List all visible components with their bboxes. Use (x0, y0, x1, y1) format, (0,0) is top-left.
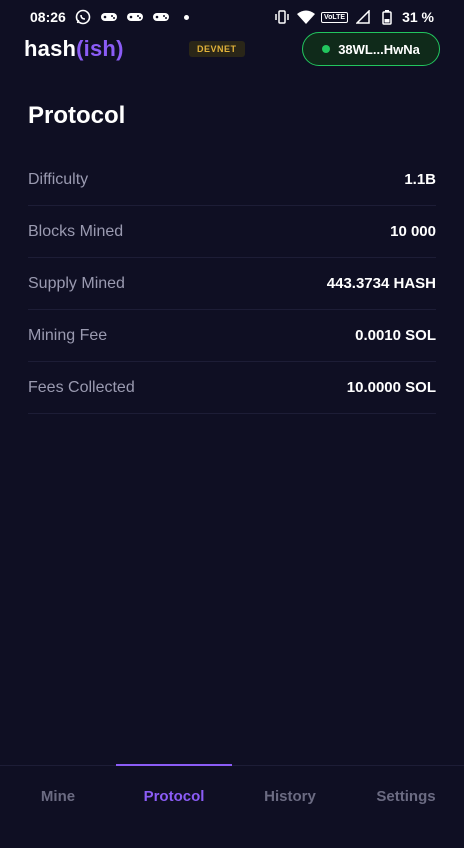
stat-value: 1.1B (404, 171, 436, 188)
stat-label: Supply Mined (28, 274, 125, 292)
whatsapp-icon (74, 9, 92, 25)
stat-row-mining-fee: Mining Fee 0.0010 SOL (28, 310, 436, 362)
logo-accent-text: (ish) (76, 36, 124, 61)
network-badge: DEVNET (189, 41, 245, 57)
stat-row-difficulty: Difficulty 1.1B (28, 154, 436, 206)
stat-value: 443.3734 HASH (326, 275, 436, 292)
notification-dot-icon (183, 14, 189, 20)
app-logo[interactable]: hash(ish) (24, 36, 124, 62)
connected-status-icon (322, 45, 331, 53)
stat-label: Mining Fee (28, 326, 108, 344)
battery-icon (378, 9, 396, 25)
stat-label: Blocks Mined (28, 222, 124, 240)
stat-value: 10.0000 SOL (346, 379, 436, 396)
stat-label: Difficulty (28, 170, 89, 188)
wifi-icon (296, 9, 315, 25)
app-header: hash(ish) DEVNET 38WL...HwNa (0, 32, 464, 66)
stat-label: Fees Collected (28, 378, 135, 396)
tab-settings[interactable]: Settings (348, 766, 464, 826)
stat-row-fees-collected: Fees Collected 10.0000 SOL (28, 362, 436, 414)
volte-icon: VoLTE (320, 11, 349, 23)
tab-mine[interactable]: Mine (0, 766, 116, 826)
game-controller-icon (152, 9, 170, 25)
app-screen: 08:26 VoLTE 31 % hash(ish) DEVNET 38WL..… (0, 0, 464, 848)
stat-row-blocks-mined: Blocks Mined 10 000 (28, 206, 436, 258)
status-bar: 08:26 VoLTE 31 % (0, 0, 464, 34)
logo-main-text: hash (24, 36, 77, 61)
stat-row-supply-mined: Supply Mined 443.3734 HASH (28, 258, 436, 310)
bottom-nav: Mine Protocol History Settings (0, 764, 464, 848)
tab-protocol[interactable]: Protocol (116, 766, 232, 826)
page-title: Protocol (28, 102, 126, 129)
tab-history[interactable]: History (232, 766, 348, 826)
stat-value: 0.0010 SOL (355, 327, 436, 344)
status-left: 08:26 (30, 9, 189, 25)
stat-value: 10 000 (390, 223, 436, 240)
status-time: 08:26 (30, 9, 66, 25)
game-controller-icon (126, 9, 144, 25)
wallet-button[interactable]: 38WL...HwNa (302, 32, 440, 66)
wallet-address: 38WL...HwNa (338, 41, 420, 57)
status-right: VoLTE 31 % (273, 9, 434, 25)
vibrate-icon (273, 9, 291, 25)
battery-level: 31 % (402, 9, 434, 25)
game-controller-icon (100, 9, 118, 25)
protocol-stats-list: Difficulty 1.1B Blocks Mined 10 000 Supp… (28, 154, 436, 414)
signal-icon (354, 9, 372, 25)
